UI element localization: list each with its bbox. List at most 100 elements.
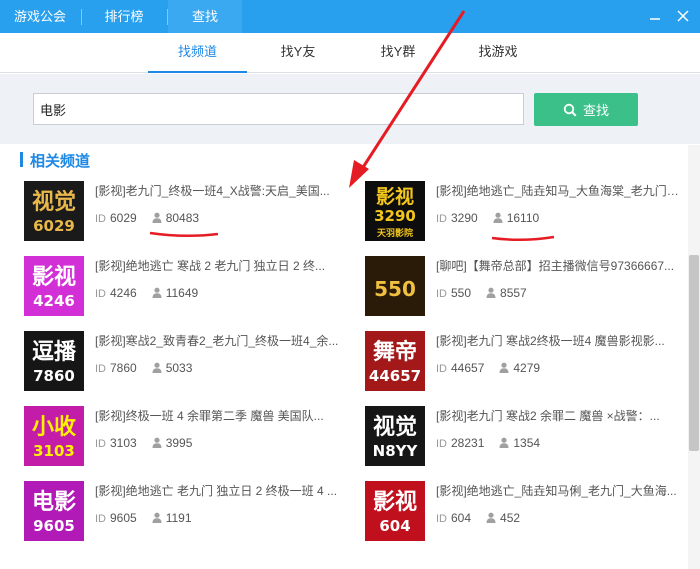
channel-logo[interactable]: 影视 604 — [365, 481, 425, 541]
channel-title[interactable]: [聊吧]【舞帝总部】招主播微信号97366667... — [436, 257, 681, 274]
channel-title[interactable]: [影视]绝地逃亡 老九门 独立日 2 终极一班 4 ... — [95, 482, 340, 499]
channel-id-label: ID — [95, 363, 106, 375]
channel-item[interactable]: 视觉 6029 [影视]老九门_终极一班4_X战警:天启_美国... ID 6029 80… — [24, 181, 354, 245]
channel-member-count: 16110 — [506, 211, 540, 225]
channel-meta: ID 3290 16110 — [436, 211, 539, 226]
user-icon — [499, 362, 509, 376]
channel-id: 3103 — [110, 436, 137, 450]
channel-id-label: ID — [95, 213, 106, 225]
channel-logo-text: 7860 — [33, 367, 75, 385]
channel-title[interactable]: [影视]老九门 寒战2终极一班4 魔兽影视影... — [436, 332, 681, 349]
channel-logo-text: 6029 — [33, 217, 75, 235]
section-title: 相关频道 — [30, 153, 91, 170]
channel-logo[interactable]: 视觉 6029 — [24, 181, 84, 241]
channel-item[interactable]: 舞帝 44657 [影视]老九门 寒战2终极一班4 魔兽影视影... ID 44657 4… — [365, 331, 695, 395]
channel-logo-text: 3103 — [33, 442, 75, 460]
channel-title[interactable]: [影视]老九门 寒战2 余罪二 魔兽 ×战警：... — [436, 407, 681, 424]
channel-meta: ID 550 8557 — [436, 286, 527, 301]
user-icon — [152, 212, 162, 226]
channel-meta: ID 7860 5033 — [95, 361, 192, 376]
search-button[interactable]: 查找 — [534, 93, 638, 126]
channel-title[interactable]: [影视]绝地逃亡 寒战 2 老九门 独立日 2 终... — [95, 257, 340, 274]
channel-member-count: 5033 — [165, 361, 193, 375]
channel-id: 6029 — [110, 211, 137, 225]
channel-item[interactable]: 550 [聊吧]【舞帝总部】招主播微信号97366667... ID 550 8557 — [365, 256, 695, 320]
channel-logo-text: 影视 — [373, 489, 417, 515]
channel-logo[interactable]: 影视 4246 — [24, 256, 84, 316]
channel-logo-text: 逗播 — [32, 340, 77, 365]
search-input[interactable] — [33, 93, 524, 125]
tab-find-friend[interactable]: 找Y友 — [258, 33, 338, 73]
channel-logo-text: N8YY — [373, 442, 419, 460]
channel-logo[interactable]: 影视 3290 天羽影院 — [365, 181, 425, 241]
scrollbar-thumb[interactable] — [689, 255, 699, 451]
channel-id: 604 — [451, 511, 472, 525]
channel-logo-text: 天羽影院 — [377, 227, 413, 239]
channel-item[interactable]: 影视 4246 [影视]绝地逃亡 寒战 2 老九门 独立日 2 终... ID 4246… — [24, 256, 354, 320]
channel-logo[interactable]: 550 — [365, 256, 425, 316]
nav-tab-search[interactable]: 查找 — [168, 0, 242, 33]
channel-meta: ID 44657 4279 — [436, 361, 540, 376]
channel-id-label: ID — [436, 288, 447, 300]
channel-member-count: 1191 — [165, 511, 192, 525]
channel-id: 550 — [451, 286, 472, 300]
search-button-label: 查找 — [582, 103, 609, 118]
user-icon — [152, 437, 162, 451]
channel-logo-text: 电影 — [32, 490, 76, 515]
channel-title[interactable]: [影视]寒战2_致青春2_老九门_终极一班4_余... — [95, 332, 340, 349]
channel-id-label: ID — [436, 363, 447, 375]
channel-id-label: ID — [95, 513, 106, 525]
channel-member-count: 452 — [500, 511, 521, 525]
search-type-tabs: 找频道 找Y友 找Y群 找游戏 — [0, 33, 700, 73]
channel-id: 4246 — [110, 286, 137, 300]
channel-logo-text: 视觉 — [373, 414, 417, 440]
channel-logo-text: 550 — [374, 277, 416, 301]
channel-member-count: 1354 — [513, 436, 541, 450]
channel-item[interactable]: 电影 9605 [影视]绝地逃亡 老九门 独立日 2 终极一班 4 ... ID 960… — [24, 481, 354, 545]
tab-find-group[interactable]: 找Y群 — [358, 33, 438, 73]
nav-tab-guild[interactable]: 游戏公会 — [0, 0, 80, 33]
channel-title[interactable]: [影视]绝地逃亡_陆垚知马俐_老九门_大鱼海... — [436, 482, 681, 499]
search-icon — [563, 103, 577, 117]
channel-id: 7860 — [110, 361, 137, 375]
search-area: 查找 — [0, 74, 700, 144]
close-icon[interactable] — [675, 8, 691, 24]
nav-tab-ranking[interactable]: 排行榜 — [82, 0, 166, 33]
channel-id-label: ID — [436, 513, 447, 525]
channel-member-count: 80483 — [165, 211, 200, 225]
channel-logo-text: 3290 — [374, 207, 416, 225]
channel-id-label: ID — [95, 438, 106, 450]
channel-title[interactable]: [影视]终极一班 4 余罪第二季 魔兽 美国队... — [95, 407, 340, 424]
channel-logo-text: 4246 — [33, 292, 75, 310]
channel-title[interactable]: [影视]绝地逃亡_陆垚知马_大鱼海棠_老九门_... — [436, 182, 681, 199]
channel-item[interactable]: 影视 604 [影视]绝地逃亡_陆垚知马俐_老九门_大鱼海... ID 604 452 — [365, 481, 695, 545]
channel-logo-text: 44657 — [369, 367, 421, 385]
minimize-icon[interactable] — [647, 8, 663, 24]
channel-logo[interactable]: 逗播 7860 — [24, 331, 84, 391]
title-bar: 游戏公会 排行榜 查找 — [0, 0, 700, 33]
user-icon — [152, 287, 162, 301]
channel-meta: ID 28231 1354 — [436, 436, 540, 451]
channel-logo-text: 影视 — [376, 185, 414, 208]
channel-item[interactable]: 小收 3103 [影视]终极一班 4 余罪第二季 魔兽 美国队... ID 3103 39… — [24, 406, 354, 470]
channel-item[interactable]: 视觉 N8YY [影视]老九门 寒战2 余罪二 魔兽 ×战警：... ID 28231 1… — [365, 406, 695, 470]
user-icon — [486, 287, 496, 301]
channel-logo[interactable]: 电影 9605 — [24, 481, 84, 541]
user-icon — [152, 512, 162, 526]
tab-find-channel[interactable]: 找频道 — [148, 33, 247, 73]
channel-meta: ID 4246 11649 — [95, 286, 198, 301]
channel-logo[interactable]: 舞帝 44657 — [365, 331, 425, 391]
user-icon — [493, 212, 503, 226]
channel-logo[interactable]: 小收 3103 — [24, 406, 84, 466]
channel-logo-text: 影视 — [32, 264, 76, 290]
channel-title[interactable]: [影视]老九门_终极一班4_X战警:天启_美国... — [95, 182, 340, 199]
channel-logo[interactable]: 视觉 N8YY — [365, 406, 425, 466]
channel-id: 28231 — [451, 436, 485, 450]
channel-meta: ID 9605 1191 — [95, 511, 192, 526]
channel-id: 3290 — [451, 211, 478, 225]
channel-item[interactable]: 逗播 7860 [影视]寒战2_致青春2_老九门_终极一班4_余... ID 7860 5… — [24, 331, 354, 395]
channel-item[interactable]: 影视 3290 天羽影院 [影视]绝地逃亡_陆垚知马_大鱼海棠_老九门_... ID 32… — [365, 181, 695, 245]
tab-find-game[interactable]: 找游戏 — [456, 33, 540, 73]
user-icon — [499, 437, 509, 451]
channel-id-label: ID — [436, 213, 447, 225]
